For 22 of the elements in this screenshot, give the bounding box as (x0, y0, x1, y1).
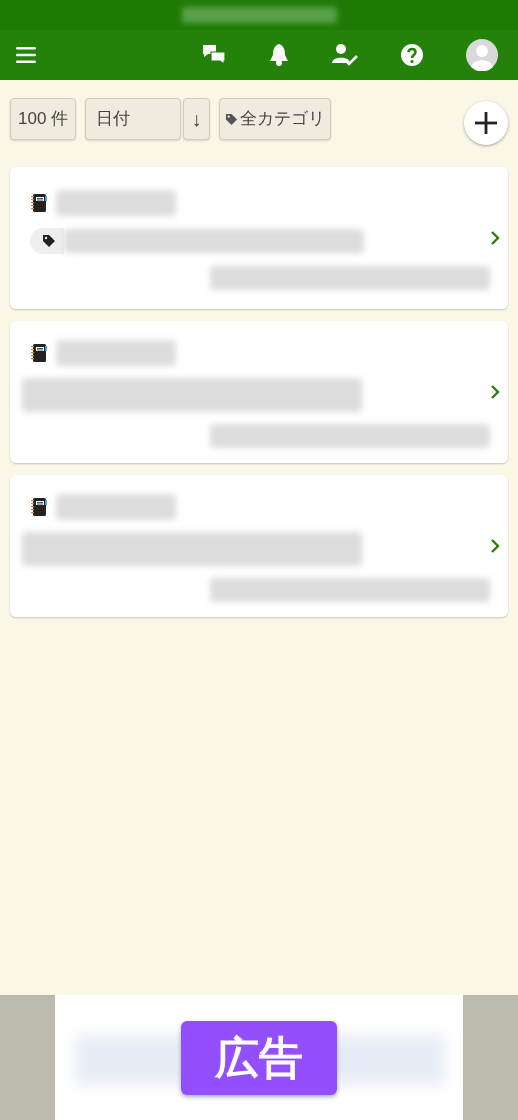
user-check-icon[interactable] (332, 43, 358, 67)
category-select[interactable]: 全カテゴリ (219, 98, 332, 140)
sort-field-select[interactable]: 日付 (85, 98, 182, 140)
sort-direction-button[interactable]: ↓ (183, 98, 211, 140)
chevron-right-icon[interactable] (490, 538, 500, 554)
chat-icon[interactable] (202, 44, 226, 66)
avatar-icon[interactable] (466, 39, 498, 71)
notebook-icon (30, 193, 48, 213)
notebook-icon (30, 497, 48, 517)
notebook-icon (30, 343, 48, 363)
tag-icon (225, 112, 239, 126)
plus-icon (475, 112, 497, 134)
menu-icon[interactable] (16, 46, 36, 64)
chevron-right-icon[interactable] (490, 384, 500, 400)
add-button[interactable] (464, 101, 508, 145)
count-select[interactable]: 100 件 (10, 98, 77, 140)
ad-label: 広告 (181, 1020, 337, 1095)
bell-icon[interactable] (268, 43, 290, 67)
tag-pill[interactable] (30, 228, 64, 254)
tag-icon (42, 234, 56, 248)
chevron-right-icon[interactable] (490, 230, 500, 246)
help-icon[interactable] (400, 43, 424, 67)
